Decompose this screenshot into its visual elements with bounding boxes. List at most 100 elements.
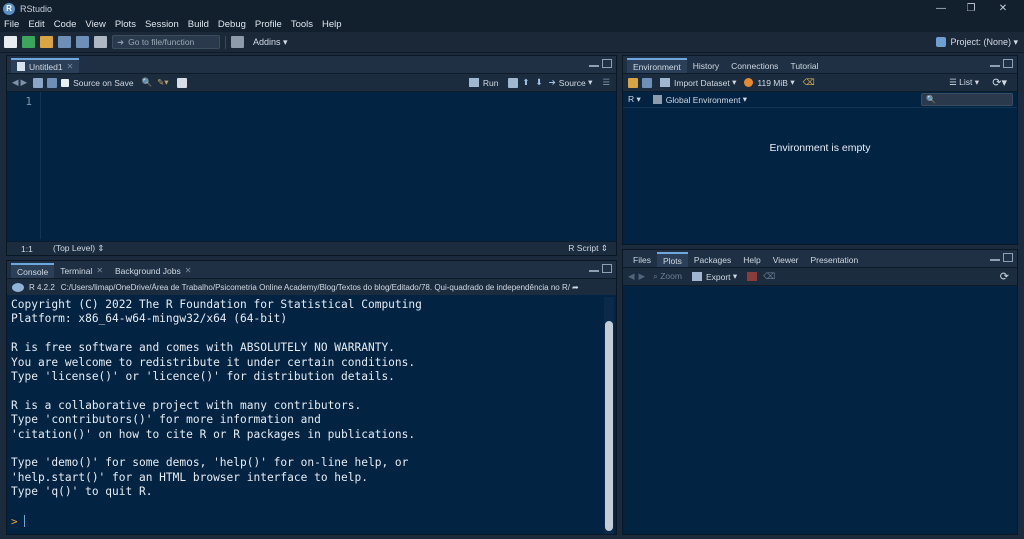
import-dataset-button[interactable]: Import Dataset ▾ (660, 77, 736, 88)
save-workspace-icon[interactable] (642, 77, 652, 88)
title-bar: R RStudio — ❐ ✕ (0, 0, 1024, 17)
maximize-pane-icon[interactable] (1003, 253, 1013, 262)
environment-pane-controls (987, 59, 1013, 68)
goto-arrow-icon: ➜ (117, 36, 125, 47)
forward-arrow-icon[interactable]: ▶ (21, 77, 28, 88)
scope-indicator[interactable]: (Top Level) ⇕ (53, 243, 105, 254)
minimize-pane-icon[interactable] (990, 258, 1000, 261)
editor-area[interactable]: 1 (7, 92, 616, 239)
print-icon[interactable] (94, 36, 107, 48)
file-type-indicator[interactable]: R Script ⇕ (568, 243, 608, 254)
menu-help[interactable]: Help (322, 19, 342, 30)
run-button[interactable]: Run (468, 78, 498, 88)
back-arrow-icon[interactable]: ◀ (12, 77, 19, 88)
minimize-pane-icon[interactable] (990, 64, 1000, 67)
tab-background-jobs[interactable]: Background Jobs ✕ (109, 263, 197, 278)
minimize-pane-icon[interactable] (589, 64, 599, 67)
search-icon[interactable]: 🔍 (142, 77, 153, 88)
menu-code[interactable]: Code (54, 19, 77, 30)
cursor-position: 1:1 (21, 243, 33, 254)
up-arrow-icon[interactable]: ⬆ (522, 77, 529, 88)
global-environment-dropdown[interactable]: Global Environment ▾ (652, 94, 747, 105)
main-toolbar: ➜ Go to file/function Addins ▾ Project: … (0, 32, 1024, 53)
maximize-pane-icon[interactable] (602, 264, 612, 273)
environment-scope-bar: R ▾ Global Environment ▾ 🔍 (623, 92, 1017, 108)
menu-plots[interactable]: Plots (115, 19, 136, 30)
project-menu-button[interactable]: Project: (None) ▾ (936, 37, 1018, 48)
menu-build[interactable]: Build (188, 19, 209, 30)
menu-profile[interactable]: Profile (255, 19, 282, 30)
menu-file[interactable]: File (4, 19, 19, 30)
down-arrow-icon[interactable]: ⬇ (536, 77, 543, 88)
clear-plots-icon[interactable]: ⌫ (763, 271, 775, 282)
tab-files[interactable]: Files (627, 252, 657, 267)
tab-presentation[interactable]: Presentation (805, 252, 865, 267)
memory-usage-button[interactable]: 119 MiB ▾ (744, 77, 795, 88)
goto-file-input[interactable]: ➜ Go to file/function (112, 35, 220, 49)
new-project-icon[interactable] (22, 36, 35, 48)
menu-view[interactable]: View (85, 19, 105, 30)
language-dropdown[interactable]: R ▾ (628, 94, 641, 105)
files-pane-controls (987, 253, 1013, 262)
tab-environment[interactable]: Environment (627, 58, 687, 73)
close-tab-icon[interactable]: ✕ (185, 266, 192, 275)
broom-icon[interactable]: ⌫ (803, 77, 815, 88)
tab-packages[interactable]: Packages (688, 252, 737, 267)
next-plot-icon[interactable]: ▶ (639, 271, 646, 282)
restore-button[interactable]: ❐ (956, 0, 986, 17)
tab-viewer[interactable]: Viewer (767, 252, 805, 267)
close-tab-icon[interactable]: ✕ (67, 62, 74, 71)
list-view-button[interactable]: ☰ List ▾ (949, 77, 979, 88)
export-button[interactable]: Export ▾ (691, 271, 737, 282)
tab-terminal[interactable]: Terminal ✕ (54, 263, 109, 278)
goto-directory-icon[interactable]: ➦ (572, 283, 579, 292)
workspace-panes-icon[interactable] (231, 36, 244, 48)
save-icon[interactable] (58, 36, 71, 48)
menu-tools[interactable]: Tools (291, 19, 313, 30)
save-file-icon[interactable] (47, 77, 58, 88)
remove-plot-icon[interactable] (747, 272, 758, 281)
source-button[interactable]: ➔ Source ▾ (549, 77, 593, 88)
tab-connections[interactable]: Connections (725, 58, 784, 73)
minimize-pane-icon[interactable] (589, 269, 599, 272)
minimize-button[interactable]: — (926, 0, 956, 17)
close-tab-icon[interactable]: ✕ (96, 266, 103, 275)
close-button[interactable]: ✕ (988, 0, 1018, 17)
scrollbar-thumb[interactable] (605, 321, 613, 531)
code-tools-icon[interactable]: ✎▾ (157, 77, 168, 88)
previous-plot-icon[interactable]: ◀ (628, 271, 635, 282)
source-pane: Untitled1 ✕ ◀ ▶ Source on Save 🔍 ✎▾ Run ⬆… (6, 55, 617, 256)
new-file-icon[interactable] (4, 36, 17, 48)
outline-icon[interactable]: ☰ (602, 77, 610, 88)
refresh-plot-icon[interactable]: ⟳ (1000, 270, 1009, 283)
open-file-icon[interactable] (40, 36, 53, 48)
working-directory-path: C:/Users/limap/OneDrive/Área de Trabalho… (60, 282, 570, 292)
menu-debug[interactable]: Debug (218, 19, 246, 30)
rerun-icon[interactable] (508, 77, 519, 88)
menu-session[interactable]: Session (145, 19, 179, 30)
maximize-pane-icon[interactable] (1003, 59, 1013, 68)
save-all-icon[interactable] (76, 36, 89, 48)
console-input-line[interactable]: > (11, 514, 601, 528)
maximize-pane-icon[interactable] (602, 59, 612, 68)
console-scrollbar[interactable] (604, 297, 614, 534)
tab-help[interactable]: Help (737, 252, 766, 267)
toolbar-divider (225, 35, 226, 49)
show-in-window-icon[interactable] (33, 77, 44, 88)
tab-plots[interactable]: Plots (656, 252, 688, 267)
menu-edit[interactable]: Edit (28, 19, 44, 30)
tab-console[interactable]: Console (11, 263, 55, 278)
tab-untitled1[interactable]: Untitled1 ✕ (11, 58, 80, 73)
compile-report-icon[interactable] (176, 77, 187, 88)
search-icon: 🔍 (926, 95, 936, 104)
zoom-button[interactable]: ⌕ Zoom (653, 271, 682, 282)
source-on-save-checkbox[interactable] (61, 78, 70, 87)
load-workspace-icon[interactable] (628, 77, 638, 88)
environment-tabstrip: Environment History Connections Tutorial (623, 56, 1017, 74)
tab-tutorial[interactable]: Tutorial (784, 58, 824, 73)
refresh-icon[interactable]: ⟳▾ (992, 76, 1007, 89)
addins-button[interactable]: Addins ▾ (253, 37, 288, 48)
tab-history[interactable]: History (687, 58, 725, 73)
environment-search-input[interactable]: 🔍 (921, 93, 1013, 106)
console-output: Copyright (C) 2022 The R Foundation for … (11, 298, 422, 499)
